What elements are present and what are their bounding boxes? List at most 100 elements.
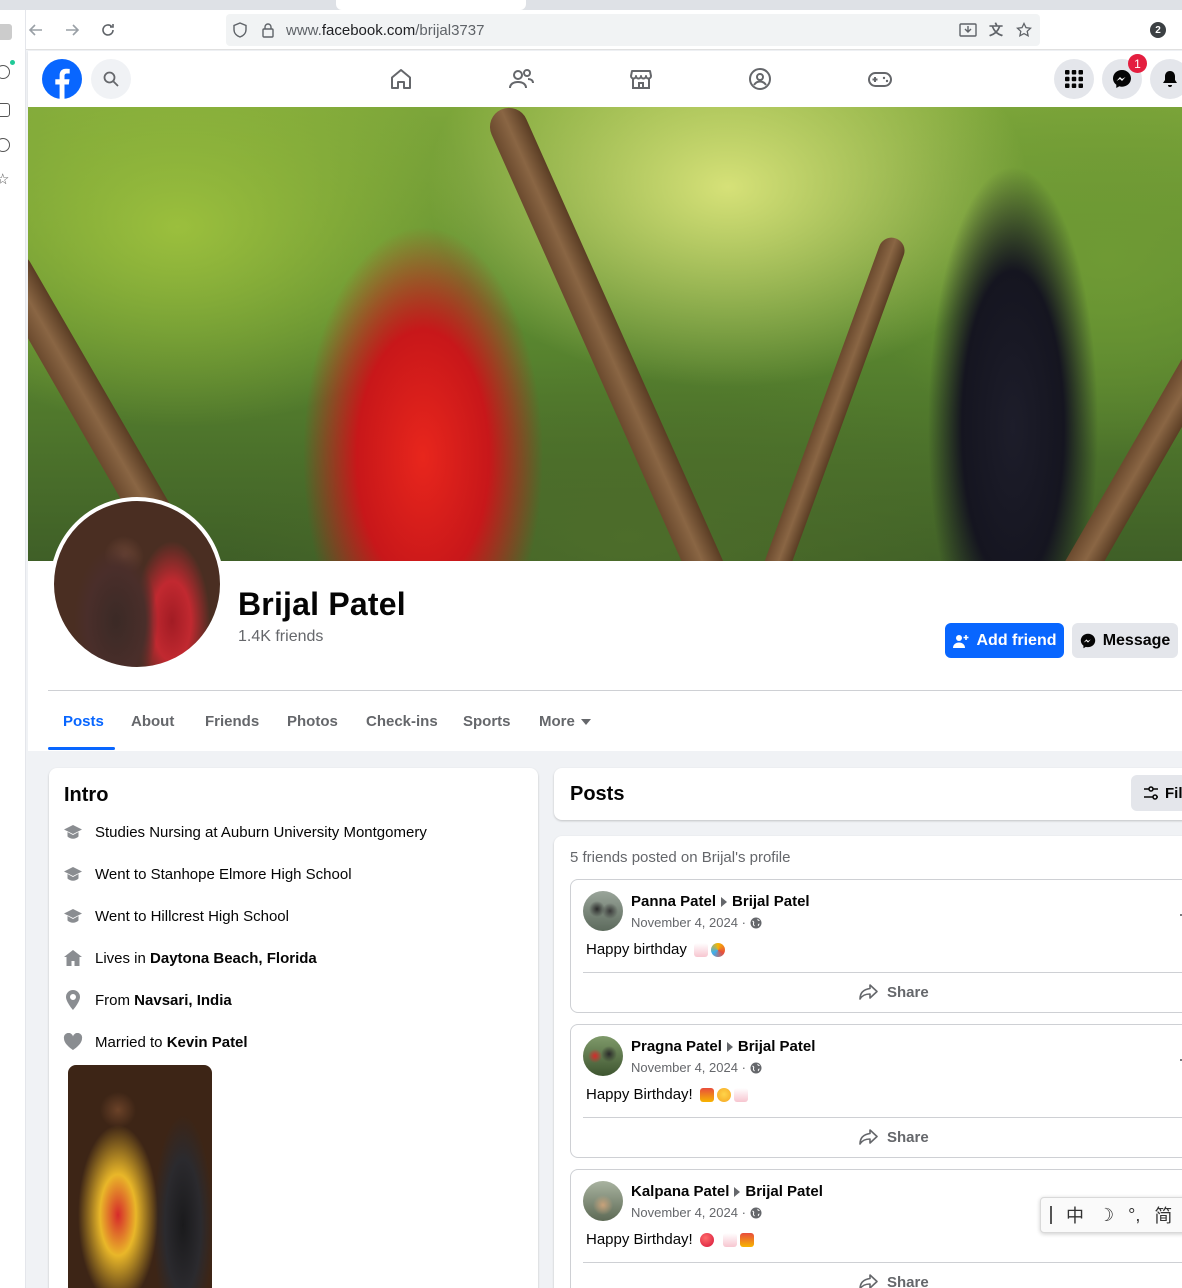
arrow-right-icon [721, 896, 728, 907]
share-label: Share [887, 983, 929, 1001]
browser-profile-badge[interactable]: 2 [1150, 22, 1166, 38]
sidebar-media-icon[interactable] [0, 103, 10, 117]
featured-photo[interactable] [68, 1065, 212, 1288]
tab-photos[interactable]: Photos [287, 713, 338, 730]
friends-count-link[interactable]: 1.4K friends [238, 628, 323, 646]
share-label: Share [887, 1128, 929, 1146]
share-arrow-icon [859, 984, 878, 1000]
filters-button[interactable]: Filt [1131, 775, 1182, 811]
party-popper-emoji-icon [710, 942, 725, 957]
back-arrow-icon[interactable] [24, 18, 48, 42]
messenger-icon [1080, 633, 1095, 648]
install-app-icon[interactable] [959, 21, 977, 39]
post-date[interactable]: November 4, 2024 · [631, 1205, 762, 1220]
menu-grid-icon[interactable] [1054, 59, 1094, 99]
intro-row-link[interactable]: Navsari, India [134, 992, 232, 1009]
share-button[interactable]: Share [859, 1273, 929, 1288]
post-date[interactable]: November 4, 2024 · [631, 915, 762, 930]
tab-friends[interactable]: Friends [205, 713, 259, 730]
post-date[interactable]: November 4, 2024 · [631, 1060, 762, 1075]
intro-row-link[interactable]: Daytona Beach, Florida [150, 950, 317, 967]
intro-row-text: From Navsari, India [95, 991, 232, 1009]
intro-row-text: Went to Stanhope Elmore High School [95, 865, 352, 883]
intro-card: Intro Studies Nursing at Auburn Universi… [49, 768, 538, 1288]
sidebar-status-dot [10, 60, 15, 65]
gaming-icon[interactable] [860, 63, 900, 95]
tab-check-ins[interactable]: Check-ins [366, 713, 438, 730]
intro-row-education: Went to Stanhope Elmore High School [63, 862, 352, 886]
post-target[interactable]: Brijal Patel [732, 893, 810, 910]
heart-icon [63, 1032, 83, 1052]
post-options-icon[interactable]: ··· [1178, 1049, 1182, 1070]
translate-icon[interactable]: 文 [987, 21, 1005, 39]
post-author[interactable]: Kalpana Patel [631, 1183, 729, 1200]
search-icon[interactable] [91, 59, 131, 99]
post-card: Panna Patel Brijal Patel November 4, 202… [570, 879, 1182, 1013]
post-author[interactable]: Panna Patel [631, 893, 716, 910]
post-target[interactable]: Brijal Patel [738, 1038, 816, 1055]
gift-emoji-icon [739, 1232, 754, 1247]
tab-more[interactable]: More [539, 713, 591, 730]
share-arrow-icon [859, 1274, 878, 1288]
moon-icon[interactable]: ☽ [1098, 1205, 1114, 1226]
tab-posts[interactable]: Posts [63, 713, 104, 730]
message-button[interactable]: Message [1072, 623, 1178, 658]
browser-toolbar: www.facebook.com/brijal3737 文 2 [0, 10, 1182, 50]
ime-toolbar[interactable]: 中 ☽ °, 简 [1040, 1197, 1182, 1233]
tab-about[interactable]: About [131, 713, 174, 730]
home-icon [63, 948, 83, 968]
intro-row-relationship: Married to Kevin Patel [63, 1030, 248, 1054]
share-button[interactable]: Share [859, 983, 929, 1001]
post-author[interactable]: Pragna Patel [631, 1038, 722, 1055]
add-friend-button[interactable]: Add friend [945, 623, 1064, 658]
globe-icon [750, 917, 762, 928]
arrow-right-icon [726, 1041, 733, 1052]
post-target[interactable]: Brijal Patel [745, 1183, 823, 1200]
marketplace-icon[interactable] [621, 63, 661, 95]
reload-icon[interactable] [96, 18, 120, 42]
bookmark-star-icon[interactable] [1015, 21, 1033, 39]
intro-row-link[interactable]: Kevin Patel [167, 1034, 248, 1051]
sidebar-favorites-icon[interactable]: ☆ [0, 170, 9, 188]
profile-avatar[interactable] [50, 497, 224, 671]
groups-icon[interactable] [740, 63, 780, 95]
facebook-logo-icon[interactable] [42, 59, 82, 99]
balloon-emoji-icon [699, 1232, 714, 1247]
intro-row-education: Went to Hillcrest High School [63, 904, 289, 928]
notification-count-badge: 1 [1128, 54, 1147, 73]
active-browser-tab[interactable] [336, 0, 526, 10]
ime-drag-handle[interactable] [1050, 1206, 1052, 1224]
sidebar-tabs-icon[interactable] [0, 24, 12, 40]
cake-emoji-icon [733, 1087, 748, 1102]
post-date-text: November 4, 2024 · [631, 1205, 746, 1220]
friends-icon[interactable] [501, 63, 541, 95]
browser-tabstrip [0, 0, 1182, 10]
sidebar-history-icon[interactable] [0, 138, 10, 152]
home-icon[interactable] [381, 63, 421, 95]
post-author-avatar[interactable] [583, 891, 623, 931]
tab-sports[interactable]: Sports [463, 713, 511, 730]
caret-down-icon [580, 719, 591, 726]
intro-row-text: Married to Kevin Patel [95, 1033, 248, 1051]
address-bar[interactable]: www.facebook.com/brijal3737 文 [226, 14, 1040, 46]
intro-row-education: Studies Nursing at Auburn University Mon… [63, 820, 427, 844]
ime-language-toggle[interactable]: 中 [1066, 1202, 1084, 1228]
posts-title: Posts [570, 783, 625, 805]
sidebar-chatgpt-icon[interactable] [0, 65, 10, 79]
cake-emoji-icon [693, 942, 708, 957]
post-author-avatar[interactable] [583, 1036, 623, 1076]
post-names: Kalpana Patel Brijal Patel [631, 1183, 823, 1200]
post-author-avatar[interactable] [583, 1181, 623, 1221]
active-tab-indicator [48, 747, 115, 750]
share-label: Share [887, 1273, 929, 1288]
globe-icon [750, 1062, 762, 1073]
forward-arrow-icon[interactable] [60, 18, 84, 42]
notifications-bell-icon[interactable] [1150, 59, 1182, 99]
post-options-icon[interactable]: ··· [1178, 904, 1182, 925]
ime-punctuation-toggle[interactable]: °, [1128, 1205, 1140, 1226]
post-text: Happy birthday [586, 941, 725, 958]
share-button[interactable]: Share [859, 1128, 929, 1146]
cover-photo[interactable] [28, 107, 1182, 561]
ime-script-toggle[interactable]: 简 [1154, 1202, 1172, 1228]
site-info-icon[interactable] [231, 21, 249, 39]
